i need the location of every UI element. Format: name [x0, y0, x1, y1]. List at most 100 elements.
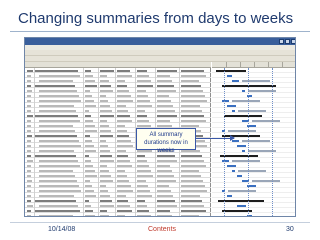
task-row[interactable] [25, 189, 211, 193]
task-cell [117, 140, 131, 142]
task-cell [117, 195, 126, 197]
task-cell [27, 145, 31, 147]
resource-label [238, 110, 266, 112]
task-cell [85, 80, 95, 82]
task-row[interactable] [25, 194, 211, 198]
task-row[interactable] [25, 94, 211, 98]
task-row[interactable] [25, 79, 211, 83]
task-bar[interactable] [227, 75, 232, 77]
timescale-gridline [272, 68, 273, 216]
task-cell [39, 130, 75, 132]
task-row[interactable] [25, 169, 211, 173]
task-row[interactable] [25, 174, 211, 178]
task-bar[interactable] [237, 205, 246, 207]
task-row[interactable] [25, 159, 211, 163]
task-row[interactable] [25, 104, 211, 108]
task-cell [157, 195, 173, 197]
resource-label [252, 120, 280, 122]
task-row[interactable] [25, 164, 211, 168]
task-cell [27, 160, 33, 162]
task-bar[interactable] [242, 150, 245, 152]
task-cell [181, 210, 206, 212]
task-cell [117, 175, 127, 177]
task-cell [39, 100, 81, 102]
task-row[interactable] [25, 154, 211, 158]
task-cell [85, 85, 97, 87]
task-cell [137, 205, 147, 207]
task-bar[interactable] [227, 105, 236, 107]
task-row[interactable] [25, 119, 211, 123]
task-cell [27, 130, 31, 132]
resource-label [238, 170, 266, 172]
task-row[interactable] [25, 69, 211, 73]
task-cell [100, 115, 114, 117]
summary-bar[interactable] [222, 85, 276, 87]
task-row[interactable] [25, 179, 211, 183]
task-bar[interactable] [232, 110, 235, 112]
task-cell [157, 180, 176, 182]
task-bar[interactable] [232, 80, 239, 82]
task-cell [117, 190, 133, 192]
task-row[interactable] [25, 214, 211, 216]
task-cell [27, 125, 31, 127]
task-cell [181, 195, 200, 197]
task-row[interactable] [25, 89, 211, 93]
task-cell [100, 150, 110, 152]
task-cell [35, 155, 76, 157]
task-cell [137, 170, 151, 172]
summary-bar[interactable] [224, 115, 262, 117]
task-bar[interactable] [237, 175, 242, 177]
task-cell [27, 200, 31, 202]
title-divider [10, 31, 310, 32]
task-bar[interactable] [242, 90, 245, 92]
task-cell [39, 140, 79, 142]
minimize-icon [279, 39, 284, 44]
task-cell [181, 115, 204, 117]
summary-bar[interactable] [222, 135, 260, 137]
task-row[interactable] [25, 184, 211, 188]
task-cell [117, 155, 128, 157]
contents-link[interactable]: Contents [148, 226, 176, 233]
task-bar[interactable] [232, 170, 235, 172]
task-bar[interactable] [227, 195, 232, 197]
task-cell [39, 125, 73, 127]
task-cell [117, 160, 130, 162]
task-row[interactable] [25, 74, 211, 78]
task-cell [85, 185, 92, 187]
task-cell [100, 140, 106, 142]
task-row[interactable] [25, 99, 211, 103]
task-cell [100, 85, 111, 87]
task-cell [117, 205, 130, 207]
task-cell [157, 165, 170, 167]
task-row[interactable] [25, 199, 211, 203]
task-cell [39, 150, 74, 152]
task-cell [39, 95, 79, 97]
task-row[interactable] [25, 84, 211, 88]
timescale-tick [226, 62, 227, 68]
task-cell [100, 105, 110, 107]
task-bar[interactable] [237, 145, 246, 147]
task-cell [137, 150, 152, 152]
task-cell [117, 75, 132, 77]
task-cell [117, 80, 125, 82]
task-row[interactable] [25, 114, 211, 118]
task-cell [137, 120, 149, 122]
task-cell [35, 85, 75, 87]
callout-arrow-line [196, 138, 234, 139]
task-cell [117, 210, 132, 212]
window-title-bar [25, 38, 295, 45]
task-row[interactable] [25, 209, 211, 213]
summary-bar[interactable] [220, 155, 258, 157]
task-cell [27, 205, 33, 207]
task-row[interactable] [25, 109, 211, 113]
task-cell [181, 105, 200, 107]
column-divider [83, 68, 84, 216]
summary-bar[interactable] [216, 70, 246, 72]
task-cell [137, 190, 150, 192]
task-bar[interactable] [227, 165, 236, 167]
resource-label [242, 80, 270, 82]
resource-label [252, 180, 280, 182]
task-cell [85, 115, 91, 117]
task-row[interactable] [25, 204, 211, 208]
task-cell [157, 190, 171, 192]
